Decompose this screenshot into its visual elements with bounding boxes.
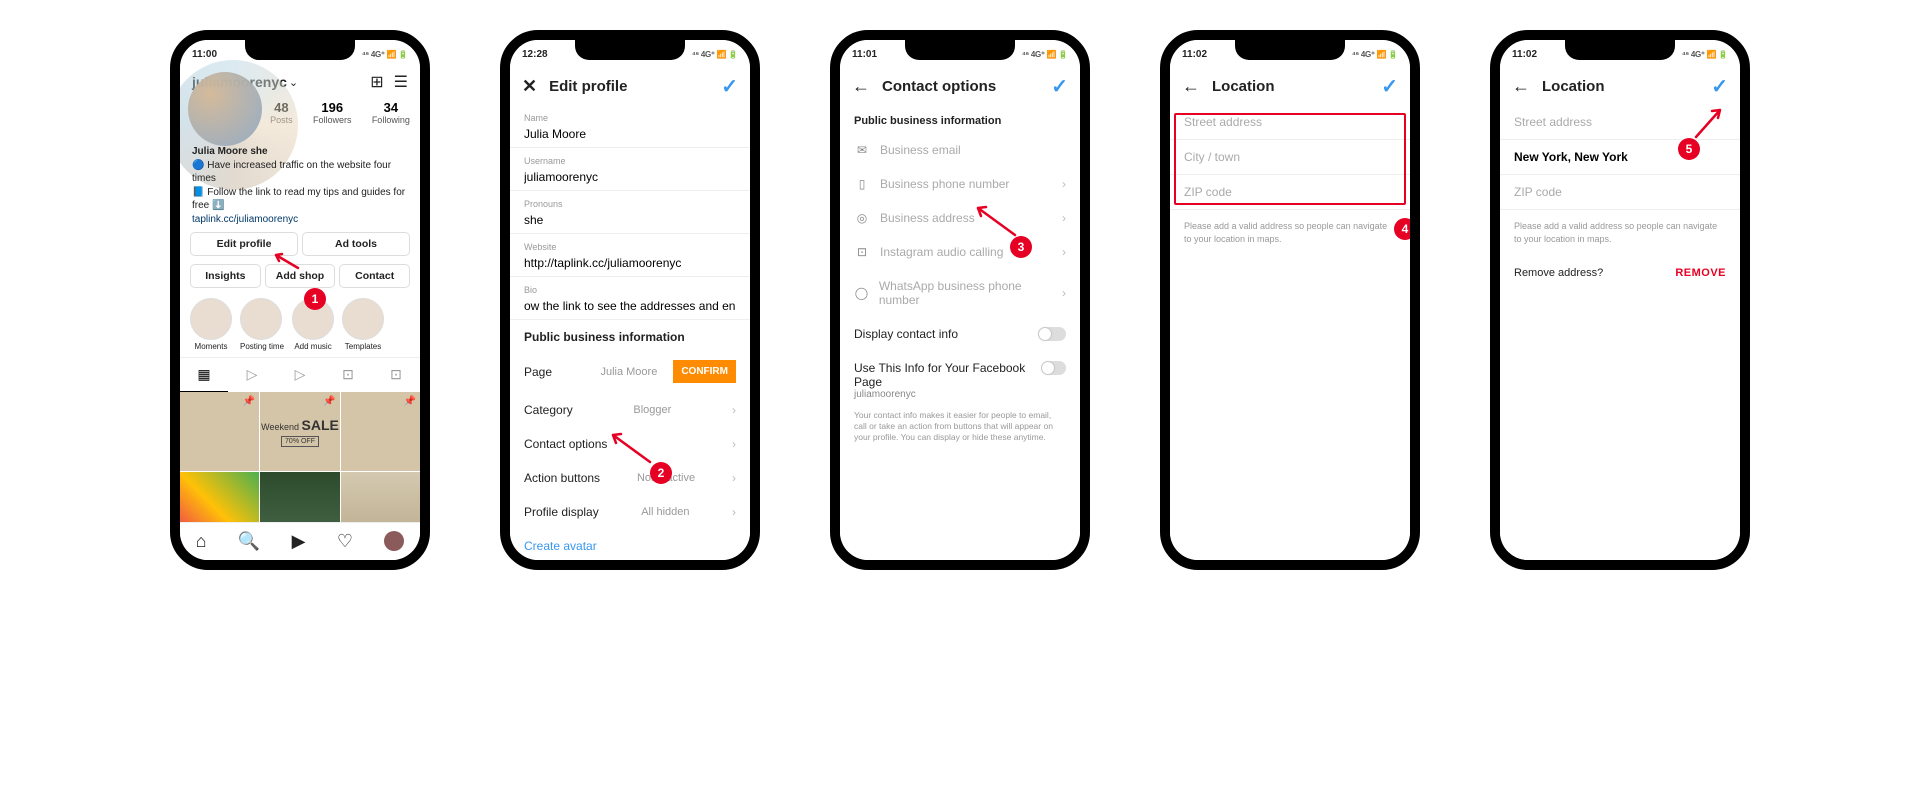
phone-5-location-filled: 11:02⁴⁶ 4G⁺ 📶 🔋 ← Location ✓ Street addr… xyxy=(1490,30,1750,570)
tab-guides[interactable]: ⊡ xyxy=(324,358,372,392)
step-badge-4: 4 xyxy=(1394,218,1416,240)
zip-field[interactable]: ZIP code xyxy=(1500,175,1740,210)
confirm-check-icon[interactable]: ✓ xyxy=(721,74,738,99)
nav-reels-icon[interactable]: ▶ xyxy=(292,531,306,552)
contact-button[interactable]: Contact xyxy=(339,264,410,288)
highlight-box xyxy=(1174,113,1406,205)
tab-play[interactable]: ▷ xyxy=(276,358,324,392)
toggle-switch xyxy=(1038,327,1066,341)
help-text: Please add a valid address so people can… xyxy=(1500,210,1740,255)
row-whatsapp[interactable]: ◯WhatsApp business phone number› xyxy=(840,269,1080,317)
row-page[interactable]: PageJulia MooreCONFIRM xyxy=(510,350,750,393)
post-1[interactable]: 📌 xyxy=(180,392,259,471)
page-title: Edit profile xyxy=(549,78,627,95)
row-audio-calling[interactable]: ⊡Instagram audio calling› xyxy=(840,235,1080,269)
pin-icon: 📌 xyxy=(243,396,255,407)
step-badge-3: 3 xyxy=(1010,236,1032,258)
email-icon: ✉ xyxy=(854,143,870,157)
remove-button[interactable]: REMOVE xyxy=(1675,267,1726,279)
story-posting[interactable]: Posting time xyxy=(240,298,284,351)
nav-home-icon[interactable]: ⌂ xyxy=(196,531,207,552)
post-2[interactable]: 📌Weekend SALE70% OFF xyxy=(260,392,339,471)
row-profile-display[interactable]: Profile displayAll hidden› xyxy=(510,495,750,529)
step-badge-1: 1 xyxy=(304,288,326,310)
phone-1-profile: 11:00⁴⁶ 4G⁺ 📶 🔋 juliamoorenyc⌄ ⊞ ☰ 48Pos… xyxy=(170,30,430,570)
instagram-icon: ⊡ xyxy=(854,245,870,259)
tab-grid[interactable]: ▦ xyxy=(180,358,228,392)
pronouns-field[interactable] xyxy=(524,213,736,227)
bio-link[interactable]: taplink.cc/juliamoorenyc xyxy=(192,213,408,227)
help-text: Your contact info makes it easier for pe… xyxy=(840,410,1080,449)
whatsapp-icon: ◯ xyxy=(854,286,869,300)
back-icon[interactable]: ← xyxy=(852,76,870,97)
new-post-icon[interactable]: ⊞ xyxy=(370,72,383,92)
confirm-check-icon[interactable]: ✓ xyxy=(1051,74,1068,99)
section-public-info: Public business information xyxy=(510,320,750,350)
step-badge-2: 2 xyxy=(650,462,672,484)
confirm-check-icon[interactable]: ✓ xyxy=(1381,74,1398,99)
location-icon: ◎ xyxy=(854,211,870,225)
step-badge-5: 5 xyxy=(1678,138,1700,160)
row-business-email[interactable]: ✉Business email xyxy=(840,133,1080,167)
page-title: Location xyxy=(1212,78,1275,95)
city-field[interactable]: New York, New York xyxy=(1500,140,1740,175)
page-title: Contact options xyxy=(882,78,996,95)
notch xyxy=(245,38,355,60)
profile-tabs: ▦ ▷ ▷ ⊡ ⊡ xyxy=(180,357,420,392)
toggle-fb-info[interactable]: Use This Info for Your Facebook Pagejuli… xyxy=(840,351,1080,410)
bio-name: Julia Moore she xyxy=(192,145,408,159)
nav-search-icon[interactable]: 🔍 xyxy=(238,531,260,552)
ad-tools-button[interactable]: Ad tools xyxy=(302,232,410,256)
website-field[interactable] xyxy=(524,256,736,270)
nav-profile-icon[interactable] xyxy=(384,531,404,551)
confirm-button[interactable]: CONFIRM xyxy=(673,360,736,383)
notch xyxy=(575,38,685,60)
phone-4-location-empty: 11:02⁴⁶ 4G⁺ 📶 🔋 ← Location ✓ Street addr… xyxy=(1160,30,1420,570)
story-moments[interactable]: Moments xyxy=(190,298,232,351)
notch xyxy=(1235,38,1345,60)
row-category[interactable]: CategoryBlogger› xyxy=(510,393,750,427)
name-field[interactable] xyxy=(524,127,736,141)
link-create-avatar[interactable]: Create avatar xyxy=(510,529,750,560)
phone-3-contact-options: 11:01⁴⁶ 4G⁺ 📶 🔋 ← Contact options ✓ Publ… xyxy=(830,30,1090,570)
nav-activity-icon[interactable]: ♡ xyxy=(337,531,353,552)
row-business-phone[interactable]: ▯Business phone number› xyxy=(840,167,1080,201)
close-icon[interactable]: ✕ xyxy=(522,76,537,97)
tab-reels[interactable]: ▷ xyxy=(228,358,276,392)
following-count[interactable]: 34Following xyxy=(372,100,410,125)
notch xyxy=(905,38,1015,60)
tab-tagged[interactable]: ⊡ xyxy=(372,358,420,392)
toggle-switch xyxy=(1041,361,1066,375)
back-icon[interactable]: ← xyxy=(1182,76,1200,97)
username-field[interactable] xyxy=(524,170,736,184)
help-text: Please add a valid address so people can… xyxy=(1170,210,1410,255)
followers-count[interactable]: 196Followers xyxy=(313,100,352,125)
profile-avatar[interactable] xyxy=(188,72,262,146)
bio-field[interactable] xyxy=(524,299,736,313)
confirm-check-icon[interactable]: ✓ xyxy=(1711,74,1728,99)
bio-block: Julia Moore she 🔵 Have increased traffic… xyxy=(180,143,420,228)
toggle-display-info[interactable]: Display contact info xyxy=(840,317,1080,351)
remove-address-row: Remove address? REMOVE xyxy=(1500,255,1740,291)
notch xyxy=(1565,38,1675,60)
insights-button[interactable]: Insights xyxy=(190,264,261,288)
phone-2-edit-profile: 12:28⁴⁶ 4G⁺ 📶 🔋 ✕ Edit profile ✓ Name Us… xyxy=(500,30,760,570)
post-3[interactable]: 📌 xyxy=(341,392,420,471)
story-templates[interactable]: Templates xyxy=(342,298,384,351)
back-icon[interactable]: ← xyxy=(1512,76,1530,97)
row-business-address[interactable]: ◎Business address› xyxy=(840,201,1080,235)
phone-icon: ▯ xyxy=(854,177,870,191)
page-title: Location xyxy=(1542,78,1605,95)
menu-icon[interactable]: ☰ xyxy=(394,72,408,92)
